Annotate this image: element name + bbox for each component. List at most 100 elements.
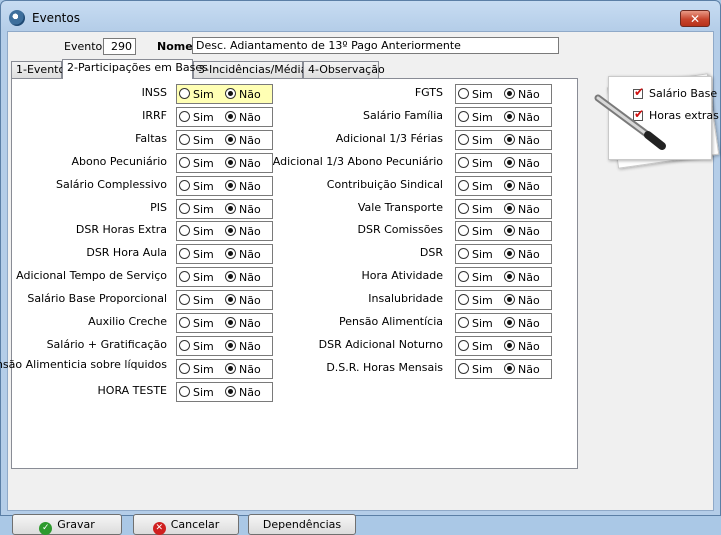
- radio-circle-icon: [458, 202, 469, 214]
- radio-circle-icon: [458, 110, 469, 122]
- label-salario-familia: Salário Família: [362, 108, 443, 122]
- radio-option-label: Não: [239, 317, 261, 330]
- radio-option-label: Sim: [472, 317, 493, 330]
- radio-option-label: Sim: [472, 294, 493, 308]
- label-insalubridade: Insalubridade: [368, 292, 443, 306]
- radio-circle-icon: [458, 294, 469, 306]
- label-d-s-r-horas-mensais: D.S.R. Horas Mensais: [326, 360, 443, 374]
- window-title: Eventos: [32, 11, 80, 25]
- label-faltas: Faltas: [135, 131, 167, 145]
- label-vale-transporte: Vale Transporte: [357, 200, 443, 214]
- radio-option-label: Não: [239, 156, 261, 170]
- radio-option-label: Não: [518, 362, 540, 376]
- radio-option-label: Sim: [472, 88, 493, 101]
- radio-circle-icon: [504, 271, 515, 283]
- radio-option-label: Não: [518, 339, 540, 353]
- radio-option-label: Sim: [472, 156, 493, 170]
- radio-option-label: Sim: [193, 339, 214, 353]
- radio-option-label: Sim: [193, 248, 214, 262]
- radio-circle-icon: [179, 294, 190, 306]
- label-contribuicao-sindical: Contribuição Sindical: [326, 177, 443, 191]
- label-dsr-comissoes: DSR Comissões: [357, 223, 443, 237]
- radio-circle-icon: [225, 362, 236, 374]
- radio-circle-icon: [504, 225, 515, 237]
- radio-option-label: Não: [239, 271, 261, 285]
- radio-group-dsr: Sim Não: [455, 244, 552, 265]
- tab-participacoes-em-bases[interactable]: 2-Participações em Bases: [62, 59, 208, 79]
- radio-option-label: Sim: [193, 179, 214, 193]
- radio-circle-icon: [225, 317, 236, 328]
- radio-group-dsr-comissoes: Sim Não: [455, 221, 552, 242]
- tab-incidencias-medias[interactable]: 3-Incidências/Médias: [193, 61, 313, 78]
- radio-circle-icon: [458, 248, 469, 260]
- radio-option-label: Não: [518, 294, 540, 308]
- radio-circle-icon: [179, 133, 190, 145]
- cancel-icon: ✕: [152, 522, 166, 535]
- radio-group-salario-gratificacao: Sim Não: [176, 335, 273, 356]
- tab-evento[interactable]: 1-Evento: [11, 61, 65, 78]
- radio-circle-icon: [458, 271, 469, 283]
- radio-option-label: Sim: [472, 133, 493, 147]
- radio-circle-icon: [458, 339, 469, 351]
- evento-code-field[interactable]: 290: [103, 38, 136, 55]
- eventos-window: Eventos ✕ Evento 290 Nome Desc. Adiantam…: [0, 0, 721, 535]
- radio-group-abono-pecuniario: Sim Não: [176, 152, 273, 173]
- radio-option-label: Sim: [472, 339, 493, 353]
- radio-option-label: Não: [518, 317, 540, 330]
- label-dsr-hora-aula: DSR Hora Aula: [86, 246, 167, 260]
- radio-circle-icon: [458, 88, 469, 99]
- tab-observacao[interactable]: 4-Observação: [303, 61, 385, 78]
- radio-option-label: Não: [239, 385, 261, 399]
- radio-group-salario-familia: Sim Não: [455, 106, 552, 127]
- radio-circle-icon: [179, 225, 190, 237]
- nome-label: Nome: [157, 40, 193, 53]
- radio-option-label: Não: [518, 248, 540, 262]
- radio-group-hora-atividade: Sim Não: [455, 267, 552, 288]
- radio-circle-icon: [458, 362, 469, 374]
- radio-circle-icon: [179, 179, 190, 191]
- radio-circle-icon: [225, 385, 236, 397]
- radio-circle-icon: [504, 110, 515, 122]
- radio-option-label: Não: [239, 110, 261, 124]
- radio-circle-icon: [225, 88, 236, 99]
- label-dsr: DSR: [419, 246, 443, 260]
- radio-group-adicional-1-3-ferias: Sim Não: [455, 129, 552, 150]
- radio-circle-icon: [225, 271, 236, 283]
- radio-option-label: Não: [239, 225, 261, 239]
- label-adicional-1-3-ferias: Adicional 1/3 Férias: [335, 131, 443, 145]
- radio-group-vale-transporte: Sim Não: [455, 198, 552, 219]
- radio-circle-icon: [458, 225, 469, 237]
- cancelar-button[interactable]: ✕ Cancelar: [133, 514, 239, 535]
- participacoes-panel: INSS Sim Não IRRF Sim Não Faltas Sim Não Abono Pe…: [0, 78, 578, 469]
- radio-circle-icon: [504, 179, 515, 191]
- label-salario-gratificacao: Salário + Gratificação: [46, 337, 167, 351]
- label-salario-base-proporcional: Salário Base Proporcional: [27, 292, 167, 306]
- label-adicional-1-3-abono-pecuniario: Adicional 1/3 Abono Pecuniário: [272, 154, 443, 168]
- radio-circle-icon: [225, 110, 236, 122]
- radio-option-label: Sim: [193, 225, 214, 239]
- radio-circle-icon: [504, 294, 515, 306]
- radio-option-label: Sim: [472, 179, 493, 193]
- radio-option-label: Não: [518, 179, 540, 193]
- radio-option-label: Não: [518, 110, 540, 124]
- radio-option-label: Não: [239, 179, 261, 193]
- check-icon: ✓: [39, 522, 53, 535]
- close-button[interactable]: ✕: [680, 10, 710, 27]
- radio-option-label: Sim: [193, 294, 214, 308]
- radio-option-label: Sim: [472, 248, 493, 262]
- radio-circle-icon: [225, 133, 236, 145]
- radio-circle-icon: [179, 339, 190, 351]
- pen-icon: [594, 94, 666, 150]
- radio-group-pensao-alimenticia-sobre-liquidos: Sim Não: [176, 358, 273, 379]
- gravar-button[interactable]: ✓ Gravar: [12, 514, 122, 535]
- label-dsr-horas-extra: DSR Horas Extra: [75, 223, 167, 237]
- radio-circle-icon: [225, 202, 236, 214]
- dependencias-button[interactable]: Dependências: [248, 514, 356, 535]
- radio-circle-icon: [504, 248, 515, 260]
- label-dsr-adicional-noturno: DSR Adicional Noturno: [318, 337, 443, 351]
- radio-group-dsr-adicional-noturno: Sim Não: [455, 335, 552, 356]
- nome-field[interactable]: Desc. Adiantamento de 13º Pago Anteriorm…: [192, 37, 559, 54]
- radio-group-auxilio-creche: Sim Não: [176, 313, 273, 333]
- radio-option-label: Sim: [193, 133, 214, 147]
- radio-circle-icon: [225, 294, 236, 306]
